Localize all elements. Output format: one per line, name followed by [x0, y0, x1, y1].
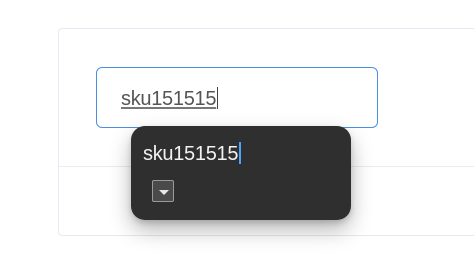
search-input[interactable]: sku151515: [96, 67, 378, 128]
triangle-down-icon: [159, 190, 169, 195]
popup-input-value[interactable]: sku151515: [143, 142, 241, 166]
page: sku151515 sku151515: [0, 0, 474, 276]
autocomplete-popup: sku151515: [131, 126, 351, 220]
dropdown-button[interactable]: [152, 180, 174, 202]
popup-text-caret: [239, 142, 241, 164]
text-caret: [217, 87, 219, 109]
search-input-value: sku151515: [121, 87, 219, 110]
